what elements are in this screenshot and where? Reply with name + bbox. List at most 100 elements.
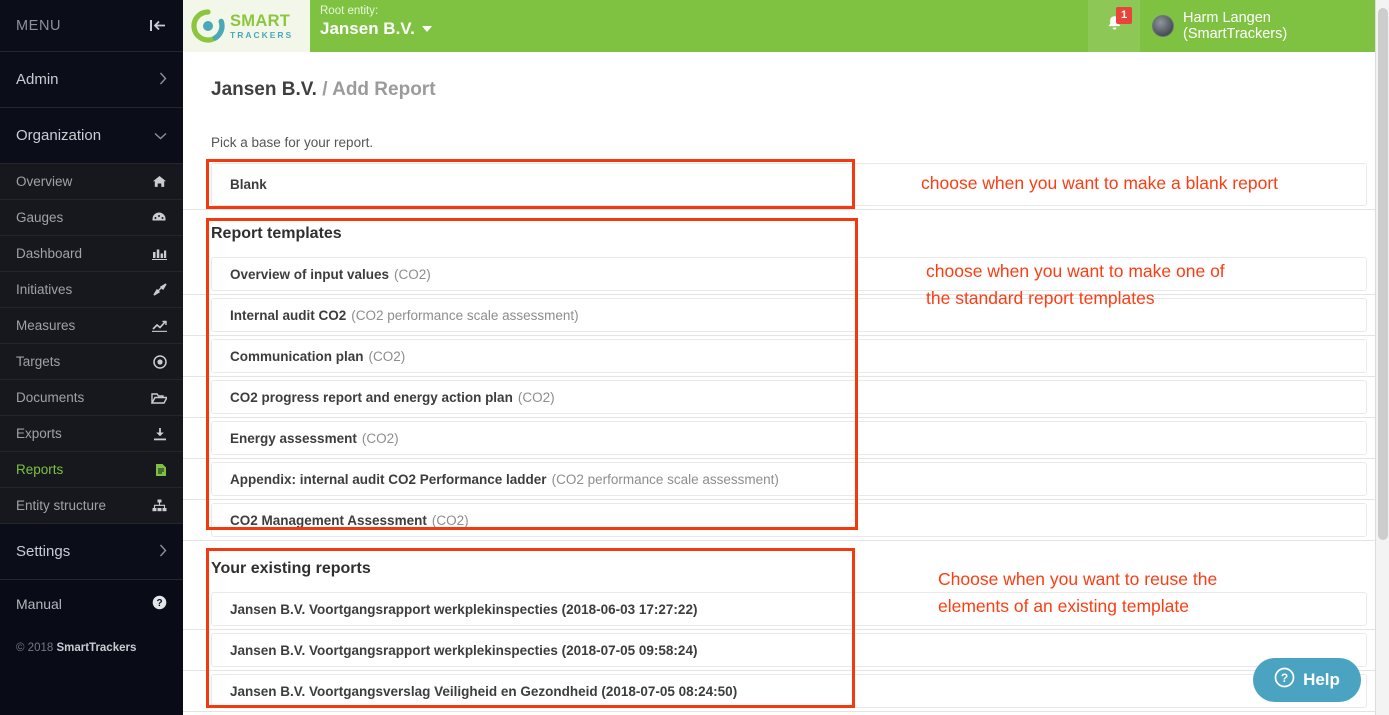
sidebar-item-entity-structure[interactable]: Entity structure [0, 488, 183, 524]
chevron-down-icon [154, 129, 167, 142]
sidebar-item-reports[interactable]: Reports [0, 452, 183, 488]
sidebar-item-overview[interactable]: Overview [0, 164, 183, 200]
template-item-0-paren: (CO2) [394, 266, 431, 282]
sidebar-item-targets[interactable]: Targets [0, 344, 183, 380]
template-item-6[interactable]: CO2 Management Assessment (CO2) [211, 503, 1367, 537]
template-item-4-paren: (CO2) [361, 430, 399, 446]
sidebar-group-settings-label: Settings [16, 543, 71, 560]
sidebar-item-entity-structure-label: Entity structure [16, 498, 107, 513]
sidebar-item-exports[interactable]: Exports [0, 416, 183, 452]
page-scrollbar[interactable] [1375, 0, 1389, 715]
template-item-2-name: Communication plan [230, 348, 364, 364]
question-circle-icon: ? [152, 595, 167, 613]
root-entity-selector[interactable]: Root entity: Jansen B.V. [320, 4, 432, 40]
sidebar-item-measures-label: Measures [16, 318, 76, 333]
file-text-icon [149, 463, 167, 477]
section-heading-existing: Your existing reports [211, 560, 371, 577]
sidebar-item-gauges-label: Gauges [16, 210, 64, 225]
smarttrackers-logo-icon [191, 9, 225, 43]
template-item-3[interactable]: CO2 progress report and energy action pl… [211, 380, 1367, 414]
template-item-3-paren: (CO2) [517, 389, 555, 405]
template-item-4-name: Energy assessment [230, 430, 357, 446]
expand-arrows-icon [149, 283, 167, 296]
chevron-down-icon [421, 26, 432, 33]
existing-report-1[interactable]: Jansen B.V. Voortgangsrapport werkplekin… [211, 633, 1367, 667]
sitemap-icon [149, 499, 167, 512]
help-button[interactable]: ? Help [1253, 658, 1361, 702]
download-icon [149, 427, 167, 441]
question-circle-icon: ? [1274, 667, 1295, 693]
notification-count-badge: 1 [1116, 7, 1132, 24]
user-menu[interactable]: Harm Langen (SmartTrackers) [1140, 0, 1389, 52]
existing-report-row[interactable]: Jansen B.V. Voortgangsverslag Veiligheid… [183, 671, 1389, 712]
section-heading-templates: Report templates [211, 225, 342, 242]
template-item-6-name: CO2 Management Assessment [230, 512, 427, 528]
template-item-5[interactable]: Appendix: internal audit CO2 Performance… [211, 462, 1367, 496]
template-item-5-name: Appendix: internal audit CO2 Performance… [230, 471, 547, 487]
svg-text:?: ? [156, 598, 162, 609]
sidebar-group-admin[interactable]: Admin [0, 52, 183, 108]
app-logo[interactable]: SMART TRACKERS [183, 0, 310, 52]
sidebar: MENU Admin Organization Overview Gauges … [0, 0, 183, 715]
logo-line2: TRACKERS [230, 29, 294, 40]
existing-report-row[interactable]: Jansen B.V. Voortgangsrapport werkplekin… [183, 630, 1389, 671]
template-row[interactable]: Energy assessment (CO2) [183, 418, 1389, 459]
template-item-0-name: Overview of input values [230, 266, 390, 282]
annotation-text-existing: Choose when you want to reuse the elemen… [938, 569, 1218, 616]
sidebar-item-overview-label: Overview [16, 174, 73, 189]
template-item-2[interactable]: Communication plan (CO2) [211, 339, 1367, 373]
sidebar-item-reports-label: Reports [16, 462, 64, 477]
gauge-icon [149, 211, 167, 224]
template-row[interactable]: Communication plan (CO2) [183, 336, 1389, 377]
annotation-text-blank: choose when you want to make a blank rep… [921, 173, 1279, 193]
bar-chart-icon [149, 247, 167, 260]
page-subtitle: Pick a base for your report. [211, 135, 374, 150]
line-chart-icon [149, 319, 167, 332]
notifications-button[interactable]: 1 [1088, 0, 1140, 52]
sidebar-group-organization-label: Organization [16, 127, 102, 144]
existing-report-1-name: Jansen B.V. Voortgangsrapport werkplekin… [230, 642, 698, 658]
existing-report-2[interactable]: Jansen B.V. Voortgangsverslag Veiligheid… [211, 674, 1367, 708]
sidebar-group-organization[interactable]: Organization [0, 108, 183, 164]
sidebar-group-admin-label: Admin [16, 71, 59, 88]
sidebar-item-manual-label: Manual [16, 596, 62, 612]
template-row[interactable]: CO2 progress report and energy action pl… [183, 377, 1389, 418]
logo-line1: SMART [230, 12, 291, 30]
template-item-1-paren: (CO2 performance scale assessment) [351, 307, 579, 323]
sidebar-item-exports-label: Exports [16, 426, 62, 441]
sidebar-item-initiatives[interactable]: Initiatives [0, 272, 183, 308]
user-name-label: Harm Langen (SmartTrackers) [1183, 10, 1288, 42]
sidebar-copyright: © 2018 SmartTrackers [0, 628, 183, 668]
copyright-brand: SmartTrackers [56, 642, 137, 654]
chevron-right-icon [159, 544, 167, 559]
template-item-5-paren: (CO2 performance scale assessment) [551, 471, 779, 487]
sidebar-item-manual[interactable]: Manual ? [0, 580, 183, 628]
scrollbar-thumb[interactable] [1378, 8, 1388, 540]
sidebar-menu-label: MENU [16, 17, 62, 34]
sidebar-item-initiatives-label: Initiatives [16, 282, 73, 297]
sidebar-item-measures[interactable]: Measures [0, 308, 183, 344]
sidebar-item-dashboard-label: Dashboard [16, 246, 83, 261]
sidebar-item-gauges[interactable]: Gauges [0, 200, 183, 236]
sidebar-menu-header: MENU [0, 0, 183, 52]
sidebar-item-targets-label: Targets [16, 354, 61, 369]
existing-report-0-name: Jansen B.V. Voortgangsrapport werkplekin… [230, 601, 698, 617]
page-title: Jansen B.V. / Add Report [211, 79, 436, 101]
topbar: SMART TRACKERS Root entity: Jansen B.V. … [183, 0, 1389, 52]
app-root: MENU Admin Organization Overview Gauges … [0, 0, 1389, 715]
folder-open-icon [149, 392, 167, 404]
template-row[interactable]: Appendix: internal audit CO2 Performance… [183, 459, 1389, 500]
breadcrumb-entity: Jansen B.V. [211, 79, 317, 100]
root-entity-label: Root entity: [320, 5, 379, 17]
chevron-right-icon [159, 72, 167, 87]
avatar [1152, 15, 1174, 37]
template-item-6-paren: (CO2) [431, 512, 469, 528]
sidebar-item-dashboard[interactable]: Dashboard [0, 236, 183, 272]
sidebar-item-documents[interactable]: Documents [0, 380, 183, 416]
home-icon [149, 175, 167, 188]
template-item-4[interactable]: Energy assessment (CO2) [211, 421, 1367, 455]
logo-wordmark: SMART TRACKERS [230, 13, 293, 39]
template-row[interactable]: CO2 Management Assessment (CO2) [183, 500, 1389, 541]
sidebar-group-settings[interactable]: Settings [0, 524, 183, 580]
collapse-left-icon[interactable] [149, 18, 167, 33]
